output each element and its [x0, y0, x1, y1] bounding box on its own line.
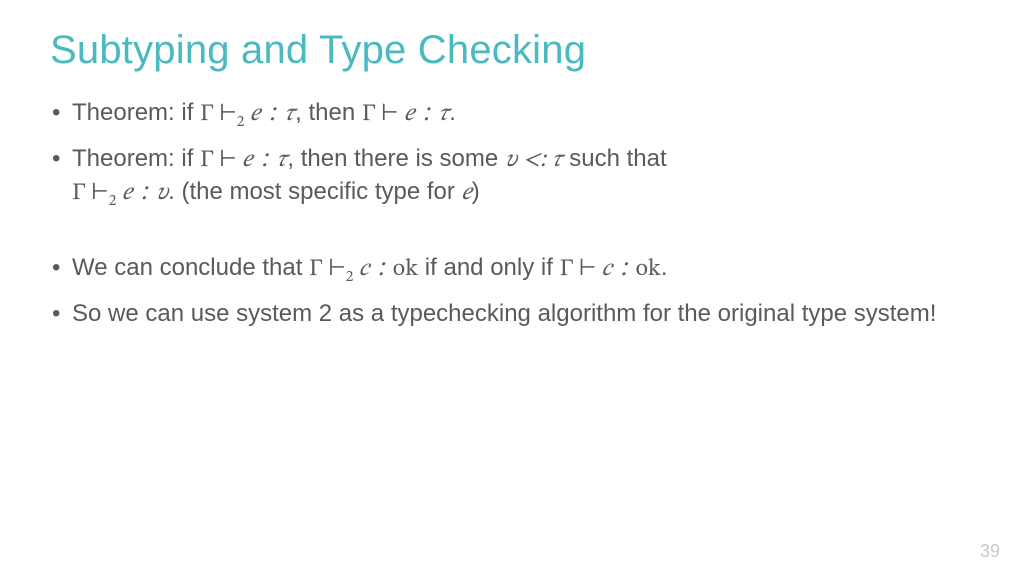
bullet-1: Theorem: if Γ ⊢2 𝑒 ∶ 𝜏, then Γ ⊢ 𝑒 ∶ 𝜏. [50, 97, 974, 133]
expr: 𝑒 ∶ 𝜏 [244, 102, 295, 126]
text: . [661, 254, 668, 281]
gamma: Γ [200, 148, 214, 172]
turnstile: ⊢ [323, 257, 346, 281]
subtype-rel: 𝜐 <: 𝜏 [505, 148, 563, 172]
ok-type: ok [393, 257, 418, 281]
gamma: Γ [200, 102, 214, 126]
text: Theorem: if [72, 99, 200, 126]
page-number: 39 [980, 541, 1000, 562]
turnstile: ⊢ [573, 257, 602, 281]
slide: Subtyping and Type Checking Theorem: if … [0, 0, 1024, 576]
bullet-4: So we can use system 2 as a typechecking… [50, 298, 974, 330]
text: . (the most specific type for [168, 178, 461, 205]
text: ) [472, 178, 480, 205]
bullet-list: Theorem: if Γ ⊢2 𝑒 ∶ 𝜏, then Γ ⊢ 𝑒 ∶ 𝜏. … [50, 97, 974, 330]
expr: 𝑒 ∶ 𝜏 [242, 148, 287, 172]
text: We can conclude that [72, 254, 309, 281]
text: such that [563, 145, 667, 172]
gamma: Γ [560, 257, 574, 281]
turnstile: ⊢ [214, 148, 243, 172]
ok-type: ok [636, 257, 661, 281]
turnstile: ⊢ [86, 181, 109, 205]
text: Theorem: if [72, 145, 200, 172]
text: , then [295, 99, 362, 126]
gamma: Γ [362, 102, 376, 126]
turnstile: ⊢ [214, 102, 237, 126]
turnstile: ⊢ [376, 102, 405, 126]
text: So we can use system 2 as a typechecking… [72, 300, 936, 327]
bullet-2-line-2: Γ ⊢2 𝑒 ∶ 𝜐. (the most specific type for … [72, 176, 974, 212]
bullet-3: We can conclude that Γ ⊢2 𝑐 ∶ ok if and … [50, 252, 974, 288]
gamma: Γ [309, 257, 323, 281]
gamma: Γ [72, 181, 86, 205]
slide-title: Subtyping and Type Checking [50, 28, 974, 73]
text: , then there is some [287, 145, 504, 172]
bullet-2: Theorem: if Γ ⊢ 𝑒 ∶ 𝜏, then there is som… [50, 143, 974, 212]
expr: 𝑐 ∶ [602, 257, 636, 281]
expr: 𝑐 ∶ [353, 257, 392, 281]
text: . [449, 99, 456, 126]
expr: 𝑒 ∶ 𝜐 [116, 181, 168, 205]
var-e: 𝑒 [462, 181, 472, 205]
text: if and only if [418, 254, 559, 281]
expr: 𝑒 ∶ 𝜏 [404, 102, 449, 126]
